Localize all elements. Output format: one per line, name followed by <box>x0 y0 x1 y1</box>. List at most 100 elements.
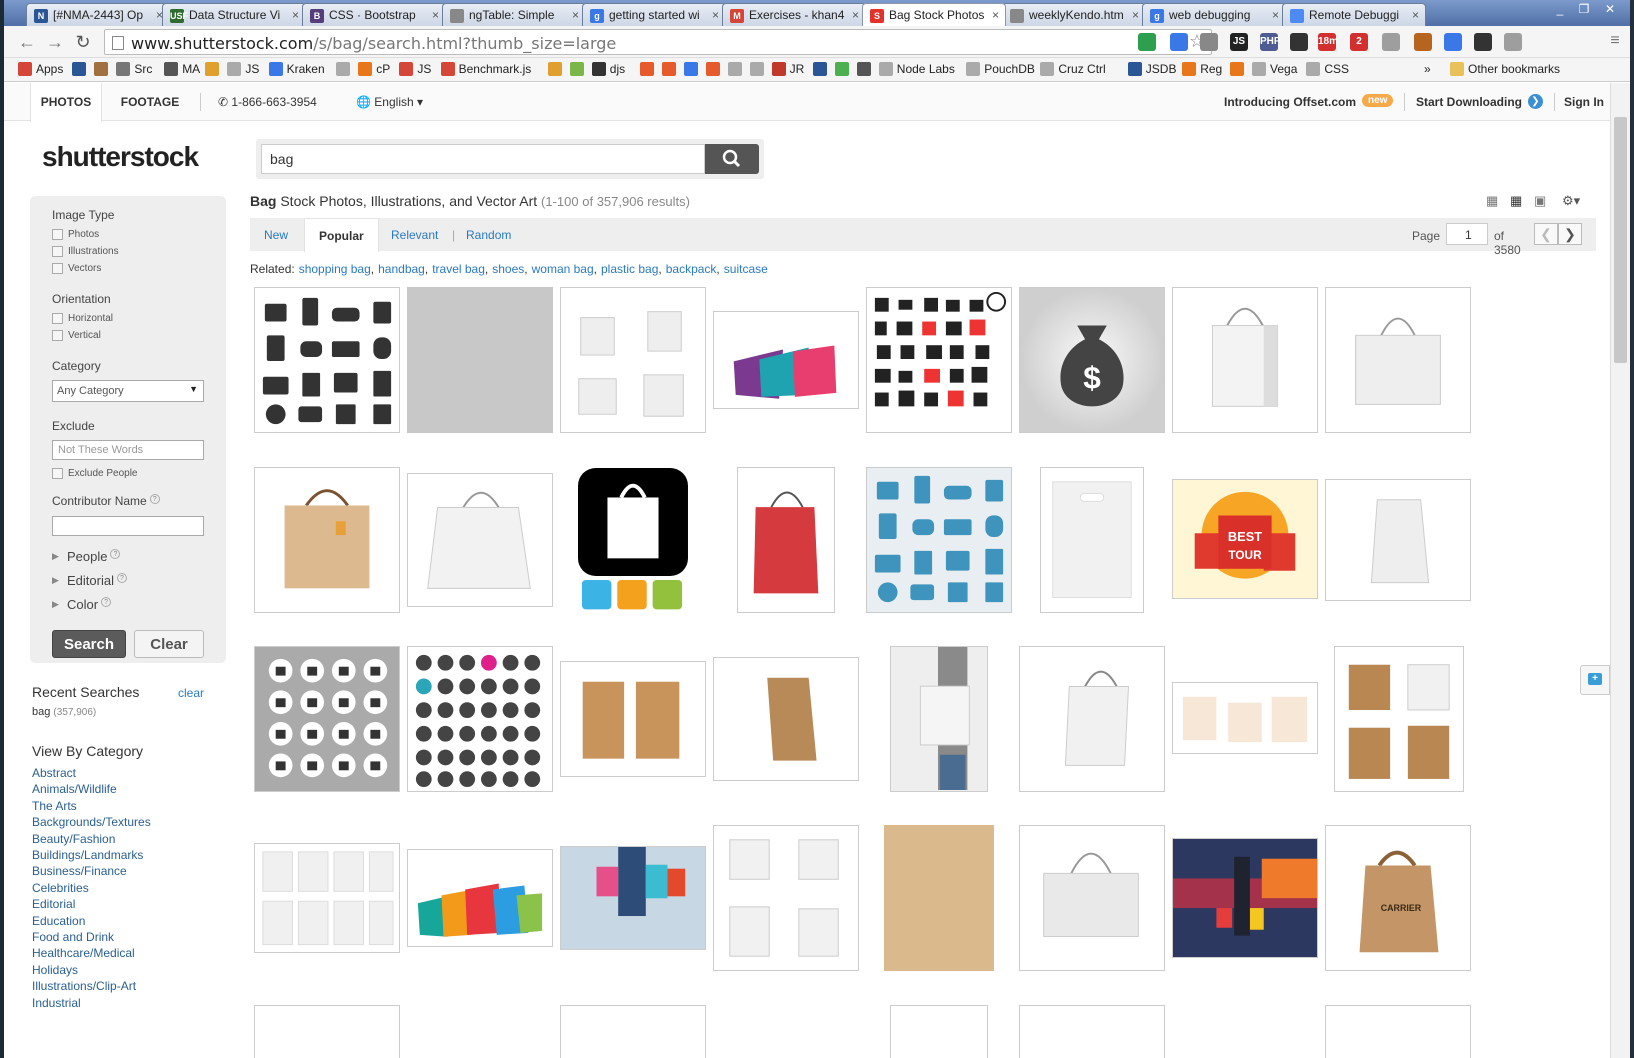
sort-new[interactable]: New <box>264 218 288 251</box>
result-thumb[interactable] <box>884 825 994 971</box>
category-link[interactable]: Education <box>32 913 151 929</box>
help-icon[interactable]: ? <box>116 573 127 583</box>
related-search-link[interactable]: plastic bag <box>601 262 658 276</box>
result-thumb[interactable] <box>254 467 400 613</box>
result-thumb[interactable] <box>560 661 706 777</box>
result-thumb[interactable] <box>1040 467 1144 613</box>
category-link[interactable]: Illustrations/Clip-Art <box>32 978 151 994</box>
result-thumb[interactable] <box>1172 838 1318 958</box>
checkbox-photos[interactable]: Photos <box>52 229 99 240</box>
category-link[interactable]: Backgrounds/Textures <box>32 814 151 830</box>
related-search-link[interactable]: shoes <box>492 262 524 276</box>
checkbox-horizontal[interactable]: Horizontal <box>52 313 113 324</box>
bookmark-item[interactable]: Benchmark.js <box>440 62 531 76</box>
category-link[interactable]: Celebrities <box>32 880 151 896</box>
close-tab-icon[interactable]: × <box>1272 8 1279 22</box>
category-link[interactable]: Buildings/Landmarks <box>32 847 151 863</box>
arrow-right-icon[interactable]: ❯ <box>1528 94 1543 109</box>
result-thumb-loading[interactable] <box>407 287 553 433</box>
result-thumb[interactable] <box>713 825 859 971</box>
offset-link[interactable]: Introducing Offset.com <box>1224 95 1356 109</box>
bookmark-item[interactable]: PouchDB <box>966 62 1035 76</box>
close-tab-icon[interactable]: × <box>852 8 859 22</box>
browser-tab[interactable]: M Exercises - khan4 × <box>722 3 866 26</box>
help-icon[interactable]: ? <box>101 597 112 607</box>
close-tab-icon[interactable]: × <box>1132 8 1139 22</box>
tab-footage[interactable]: FOOTAGE <box>108 83 192 121</box>
bookmark-item[interactable]: Src <box>116 62 152 76</box>
other-bookmarks[interactable]: Other bookmarks <box>1450 62 1560 76</box>
extension-icon[interactable] <box>1290 33 1308 51</box>
extension-icon[interactable] <box>1444 33 1462 51</box>
view-medium-icon[interactable]: ▦ <box>1510 193 1522 209</box>
category-link[interactable]: Beauty/Fashion <box>32 831 151 847</box>
result-thumb[interactable]: CARRIER <box>1325 825 1471 971</box>
extension-icon[interactable] <box>1414 33 1432 51</box>
checkbox-illustrations[interactable]: Illustrations <box>52 246 119 257</box>
checkbox-vertical[interactable]: Vertical <box>52 330 101 341</box>
settings-gear-icon[interactable]: ⚙▾ <box>1562 193 1580 209</box>
recent-search-item[interactable]: bag (357,906) <box>32 706 96 718</box>
close-tab-icon[interactable]: × <box>292 8 299 22</box>
result-thumb[interactable] <box>560 846 706 950</box>
result-thumb[interactable] <box>1172 682 1318 754</box>
result-thumb[interactable] <box>407 473 553 607</box>
result-thumb[interactable] <box>1019 825 1165 971</box>
result-thumb[interactable] <box>737 467 835 613</box>
result-thumb[interactable] <box>713 657 859 781</box>
back-icon[interactable]: ← <box>16 32 38 52</box>
browser-tab[interactable]: g web debugging × <box>1142 3 1286 26</box>
bookmark-item[interactable]: CSS <box>1306 62 1349 76</box>
result-thumb[interactable] <box>1172 287 1318 433</box>
shutterstock-logo[interactable]: shutterstock <box>42 141 199 173</box>
browser-tab[interactable]: N [#NMA-2443] Op × <box>26 3 170 26</box>
view-large-icon[interactable]: ▣ <box>1534 193 1546 209</box>
prev-page-icon[interactable]: ❮ <box>1534 223 1558 245</box>
exclude-words-input[interactable]: Not These Words <box>52 440 204 460</box>
result-thumb[interactable] <box>1325 479 1471 601</box>
result-thumb[interactable] <box>713 311 859 409</box>
bookmark-item[interactable]: djs <box>591 62 625 76</box>
category-link[interactable]: Editorial <box>32 896 151 912</box>
start-downloading-link[interactable]: Start Downloading <box>1416 95 1522 109</box>
category-link[interactable]: The Arts <box>32 798 151 814</box>
filter-search-button[interactable]: Search <box>52 630 126 658</box>
menu-icon[interactable]: ≡ <box>1604 31 1626 51</box>
checkbox-exclude-people[interactable]: Exclude People <box>52 468 138 479</box>
result-thumb[interactable] <box>1019 1005 1165 1058</box>
close-tab-icon[interactable]: × <box>432 8 439 22</box>
sort-relevant[interactable]: Relevant <box>391 218 438 251</box>
bookmark-item[interactable]: JS <box>399 62 431 76</box>
language-selector[interactable]: 🌐 English ▾ <box>356 95 423 109</box>
contributor-input[interactable] <box>52 516 204 536</box>
browser-tab[interactable]: USF Data Structure Vi × <box>162 3 306 26</box>
result-thumb[interactable] <box>560 1005 706 1058</box>
result-thumb[interactable] <box>890 1005 988 1058</box>
minimize-icon[interactable]: _ <box>1548 2 1572 16</box>
maximize-icon[interactable]: ❐ <box>1572 2 1596 16</box>
bookmark-item[interactable]: JR <box>771 62 804 76</box>
result-thumb[interactable] <box>866 287 1012 433</box>
help-icon[interactable]: ? <box>149 494 160 504</box>
extension-icon[interactable] <box>1170 33 1188 51</box>
category-link[interactable]: Healthcare/Medical <box>32 945 151 961</box>
close-tab-icon[interactable]: × <box>992 8 999 22</box>
scrollbar-thumb[interactable] <box>1614 117 1627 363</box>
category-link[interactable]: Business/Finance <box>32 863 151 879</box>
vertical-scrollbar[interactable] <box>1610 83 1630 1058</box>
bookmark-item[interactable]: Vega <box>1252 62 1297 76</box>
tab-photos[interactable]: PHOTOS <box>30 83 102 122</box>
result-thumb[interactable] <box>407 646 553 792</box>
result-thumb[interactable]: BEST TOUR <box>1172 479 1318 599</box>
view-small-icon[interactable]: ▦ <box>1486 193 1498 209</box>
result-thumb[interactable] <box>407 849 553 947</box>
result-thumb[interactable] <box>560 287 706 433</box>
extension-icon[interactable]: JS <box>1230 33 1248 51</box>
browser-tab[interactable]: B CSS · Bootstrap × <box>302 3 446 26</box>
filter-clear-button[interactable]: Clear <box>134 630 204 658</box>
related-search-link[interactable]: woman bag <box>532 262 594 276</box>
extension-icon[interactable]: 18m <box>1318 33 1338 51</box>
browser-tab[interactable]: g getting started wi × <box>582 3 726 26</box>
result-thumb[interactable] <box>1334 646 1464 792</box>
category-link[interactable]: Abstract <box>32 765 151 781</box>
